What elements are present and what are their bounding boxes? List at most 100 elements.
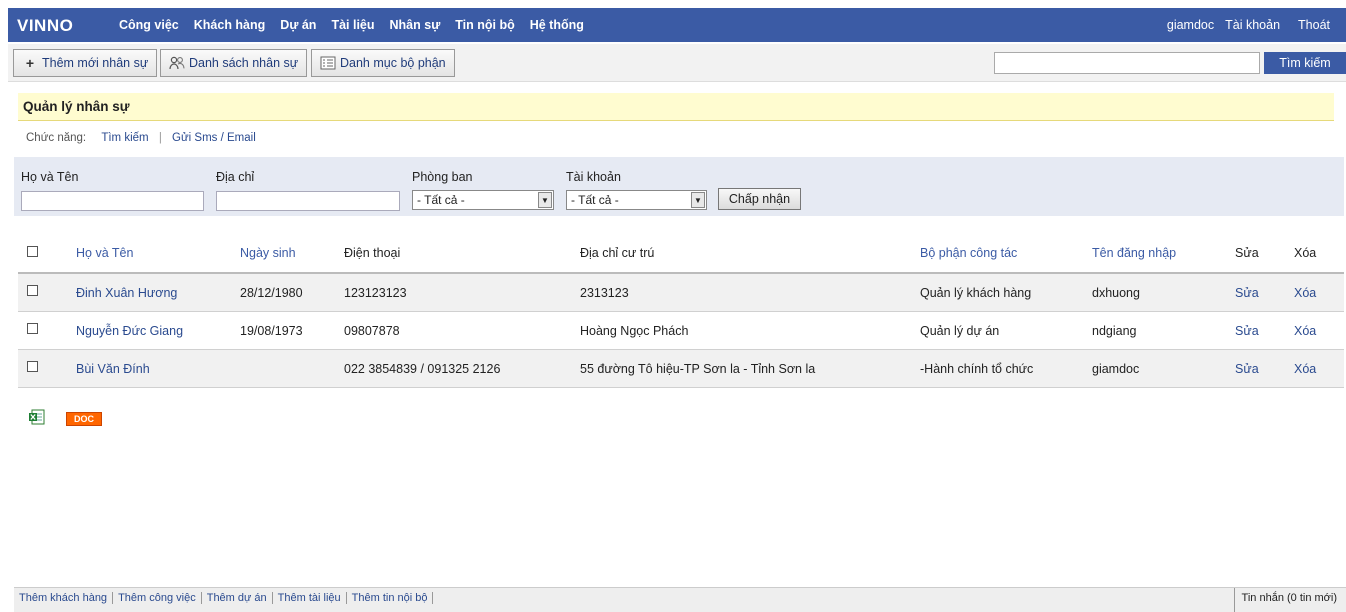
- employee-login: dxhuong: [1092, 285, 1140, 300]
- function-sms-email-link[interactable]: Gửi Sms / Email: [172, 132, 256, 144]
- menu-nhan-su[interactable]: Nhân sự: [390, 18, 441, 32]
- footer-links: Thêm khách hàng Thêm công việc Thêm dự á…: [14, 592, 434, 604]
- plus-icon: +: [25, 55, 35, 71]
- app-logo[interactable]: VINNO: [17, 16, 73, 36]
- list-icon: [320, 56, 336, 70]
- chevron-down-icon: ▼: [538, 192, 552, 208]
- chevron-down-icon: ▼: [691, 192, 705, 208]
- footer-bar: Thêm khách hàng Thêm công việc Thêm dự á…: [14, 587, 1346, 612]
- header-phone: Điện thoại: [344, 246, 401, 260]
- employee-list-label: Danh sách nhân sự: [189, 56, 299, 70]
- menu-tai-lieu[interactable]: Tài liệu: [331, 18, 374, 32]
- row-select-cell: [27, 312, 38, 349]
- employee-dob: 19/08/1973: [240, 323, 303, 338]
- menu-du-an[interactable]: Dự án: [280, 18, 316, 32]
- username-link[interactable]: giamdoc: [1167, 18, 1214, 32]
- header-dob[interactable]: Ngày sinh: [240, 234, 296, 272]
- table-row: Nguyễn Đức Giang 19/08/1973 09807878 Hoà…: [18, 312, 1344, 350]
- function-label: Chức năng:: [26, 132, 87, 144]
- name-filter-label: Họ và Tên: [21, 170, 79, 184]
- employee-table: Họ và Tên Ngày sinh Điện thoại Địa chỉ c…: [18, 234, 1344, 388]
- table-header-row: Họ và Tên Ngày sinh Điện thoại Địa chỉ c…: [18, 234, 1344, 274]
- table-row: Đinh Xuân Hương 28/12/1980 123123123 231…: [18, 274, 1344, 312]
- employee-login: ndgiang: [1092, 323, 1137, 338]
- logout-link[interactable]: Thoát: [1298, 18, 1330, 32]
- page-title: Quản lý nhân sự: [18, 93, 1334, 121]
- main-menu: Công việc Khách hàng Dự án Tài liệu Nhân…: [119, 8, 599, 42]
- edit-link[interactable]: Sửa: [1235, 274, 1259, 311]
- menu-he-thong[interactable]: Hệ thống: [530, 18, 584, 32]
- add-employee-label: Thêm mới nhân sự: [42, 56, 149, 70]
- search-input[interactable]: [994, 52, 1260, 74]
- account-link[interactable]: Tài khoản: [1225, 18, 1280, 32]
- employee-list-button[interactable]: Danh sách nhân sự: [160, 49, 308, 77]
- add-employee-button[interactable]: + Thêm mới nhân sự: [13, 49, 158, 77]
- department-filter-label: Phòng ban: [412, 170, 473, 184]
- footer-add-customer-link[interactable]: Thêm khách hàng: [14, 592, 114, 604]
- toolbar: + Thêm mới nhân sự Danh sách nhân sự Dan…: [8, 44, 1346, 82]
- filter-panel: Họ và Tên Địa chỉ Phòng ban - Tất cả - ▼…: [14, 157, 1344, 216]
- search-button[interactable]: Tìm kiếm: [1264, 52, 1346, 74]
- employee-department: Quản lý dự án: [920, 323, 1000, 338]
- employee-phone: 123123123: [344, 285, 407, 300]
- row-select-cell: [27, 350, 38, 387]
- header-address: Địa chỉ cư trú: [580, 246, 655, 260]
- messages-status[interactable]: Tin nhắn (0 tin mới): [1233, 588, 1346, 612]
- row-checkbox[interactable]: [27, 285, 38, 296]
- menu-tin-noi-bo[interactable]: Tin nội bộ: [455, 18, 514, 32]
- footer-add-task-link[interactable]: Thêm công việc: [113, 592, 202, 604]
- edit-link[interactable]: Sửa: [1235, 350, 1259, 387]
- employee-department: -Hành chính tổ chức: [920, 361, 1034, 376]
- employee-name-link[interactable]: Nguyễn Đức Giang: [76, 312, 183, 349]
- header-department[interactable]: Bộ phận công tác: [920, 234, 1017, 272]
- footer-add-document-link[interactable]: Thêm tài liệu: [273, 592, 347, 604]
- department-catalog-label: Danh mục bộ phận: [340, 56, 446, 70]
- account-filter-label: Tài khoản: [566, 170, 621, 184]
- header-name[interactable]: Họ và Tên: [76, 234, 133, 272]
- department-select[interactable]: - Tất cả - ▼: [412, 190, 554, 210]
- employee-dob: 28/12/1980: [240, 285, 303, 300]
- user-menu: giamdoc Tài khoản Thoát: [1156, 8, 1330, 42]
- employee-login: giamdoc: [1092, 361, 1140, 376]
- employee-name-link[interactable]: Bùi Văn Đính: [76, 350, 150, 387]
- doc-export-button[interactable]: DOC: [66, 412, 102, 426]
- department-select-value: - Tất cả -: [417, 193, 465, 207]
- function-divider: |: [158, 132, 162, 144]
- footer-add-project-link[interactable]: Thêm dự án: [202, 592, 273, 604]
- row-checkbox[interactable]: [27, 361, 38, 372]
- employee-phone: 022 3854839 / 091325 2126: [344, 361, 501, 376]
- department-catalog-button[interactable]: Danh mục bộ phận: [311, 49, 455, 77]
- employee-address: 2313123: [580, 285, 629, 300]
- row-checkbox[interactable]: [27, 323, 38, 334]
- delete-link[interactable]: Xóa: [1294, 350, 1316, 387]
- apply-filter-button[interactable]: Chấp nhận: [718, 188, 801, 210]
- employee-name-link[interactable]: Đinh Xuân Hương: [76, 274, 177, 311]
- account-select[interactable]: - Tất cả - ▼: [566, 190, 707, 210]
- row-select-cell: [27, 274, 38, 311]
- edit-link[interactable]: Sửa: [1235, 312, 1259, 349]
- header-delete: Xóa: [1294, 246, 1317, 260]
- employee-address: 55 đường Tô hiệu-TP Sơn la - Tỉnh Sơn la: [580, 361, 816, 376]
- employee-address: Hoàng Ngọc Phách: [580, 323, 689, 338]
- menu-khach-hang[interactable]: Khách hàng: [194, 18, 266, 32]
- users-icon: [169, 56, 185, 70]
- footer-add-news-link[interactable]: Thêm tin nội bộ: [347, 592, 434, 604]
- delete-link[interactable]: Xóa: [1294, 274, 1316, 311]
- address-filter-input[interactable]: [216, 191, 400, 211]
- delete-link[interactable]: Xóa: [1294, 312, 1316, 349]
- header-edit: Sửa: [1235, 246, 1259, 260]
- employee-department: Quản lý khách hàng: [920, 285, 1032, 300]
- name-filter-input[interactable]: [21, 191, 204, 211]
- address-filter-label: Địa chỉ: [216, 170, 255, 184]
- table-row: Bùi Văn Đính 022 3854839 / 091325 2126 5…: [18, 350, 1344, 388]
- menu-cong-viec[interactable]: Công việc: [119, 18, 179, 32]
- header-login[interactable]: Tên đăng nhập: [1092, 234, 1176, 272]
- select-all-cell: [27, 234, 38, 272]
- account-select-value: - Tất cả -: [571, 193, 619, 207]
- function-bar: Chức năng: Tìm kiếm | Gửi Sms / Email: [26, 132, 256, 144]
- top-navbar: VINNO Công việc Khách hàng Dự án Tài liệ…: [8, 8, 1346, 42]
- excel-export-icon[interactable]: [29, 409, 45, 425]
- employee-phone: 09807878: [344, 323, 400, 338]
- select-all-checkbox[interactable]: [27, 245, 38, 257]
- function-search-link[interactable]: Tìm kiếm: [101, 132, 148, 144]
